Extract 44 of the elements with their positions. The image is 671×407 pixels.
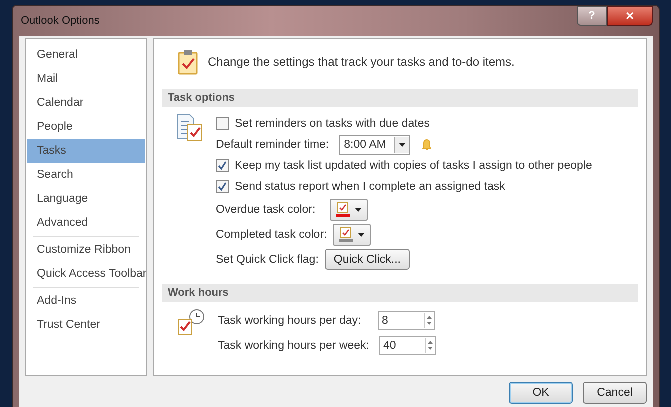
sidebar-item[interactable]: Mail	[27, 67, 145, 91]
sidebar-item[interactable]: Language	[27, 187, 145, 211]
spin-field[interactable]: 8	[378, 311, 435, 330]
sidebar-item[interactable]: Advanced	[27, 211, 145, 235]
checkbox-label: Keep my task list updated with copies of tasks I assign to other people	[235, 160, 592, 172]
sidebar-item[interactable]: Calendar	[27, 91, 145, 115]
task-list-icon	[176, 113, 204, 143]
caret-icon	[398, 142, 406, 146]
header-text: Change the settings that track your tasks and to-do items.	[208, 55, 515, 69]
caret-icon	[355, 208, 362, 212]
sidebar-item[interactable]: Quick Access Toolbar	[27, 262, 145, 286]
checkbox-label: Set reminders on tasks with due dates	[235, 118, 430, 130]
dialog-button[interactable]: OK	[509, 382, 573, 404]
sidebar-item[interactable]: General	[27, 43, 145, 67]
quick-click-button[interactable]: Quick Click...	[324, 249, 410, 270]
spin-field[interactable]: 40	[379, 336, 436, 355]
dialog-button[interactable]: Cancel	[583, 382, 647, 404]
caret-icon	[358, 232, 366, 236]
color-picker[interactable]	[333, 224, 372, 246]
field-label: Task working hours per day:	[218, 314, 362, 326]
field-label: Completed task color:	[216, 228, 328, 240]
checkbox-label: Send status report when I complete an assigned task	[235, 180, 506, 192]
sidebar-item[interactable]: Tasks	[27, 139, 145, 163]
checkbox[interactable]	[216, 159, 229, 172]
sidebar-item[interactable]: People	[27, 115, 145, 139]
checkbox[interactable]	[216, 180, 229, 193]
window-title: Outlook Options	[20, 15, 100, 27]
field-label: Overdue task color:	[216, 204, 317, 216]
checkbox[interactable]	[216, 117, 229, 130]
field-label: Task working hours per week:	[218, 340, 370, 352]
time-dropdown[interactable]: 8:00 AM	[339, 134, 410, 154]
sidebar-item[interactable]: Search	[27, 163, 145, 187]
section-header: Task options	[162, 89, 638, 107]
field-label: Set Quick Click flag:	[216, 254, 319, 266]
sidebar-item[interactable]: Add-Ins	[27, 289, 145, 313]
clipboard-check-icon	[178, 49, 198, 75]
sidebar-item[interactable]: Trust Center	[27, 313, 145, 337]
close-button[interactable]: ✕	[607, 6, 653, 26]
bell-icon	[422, 138, 432, 150]
section-header: Work hours	[162, 284, 638, 302]
color-picker[interactable]	[330, 198, 368, 220]
field-label: Default reminder time:	[216, 138, 330, 150]
clock-task-icon	[176, 308, 206, 338]
sidebar-item[interactable]: Customize Ribbon	[27, 238, 145, 262]
